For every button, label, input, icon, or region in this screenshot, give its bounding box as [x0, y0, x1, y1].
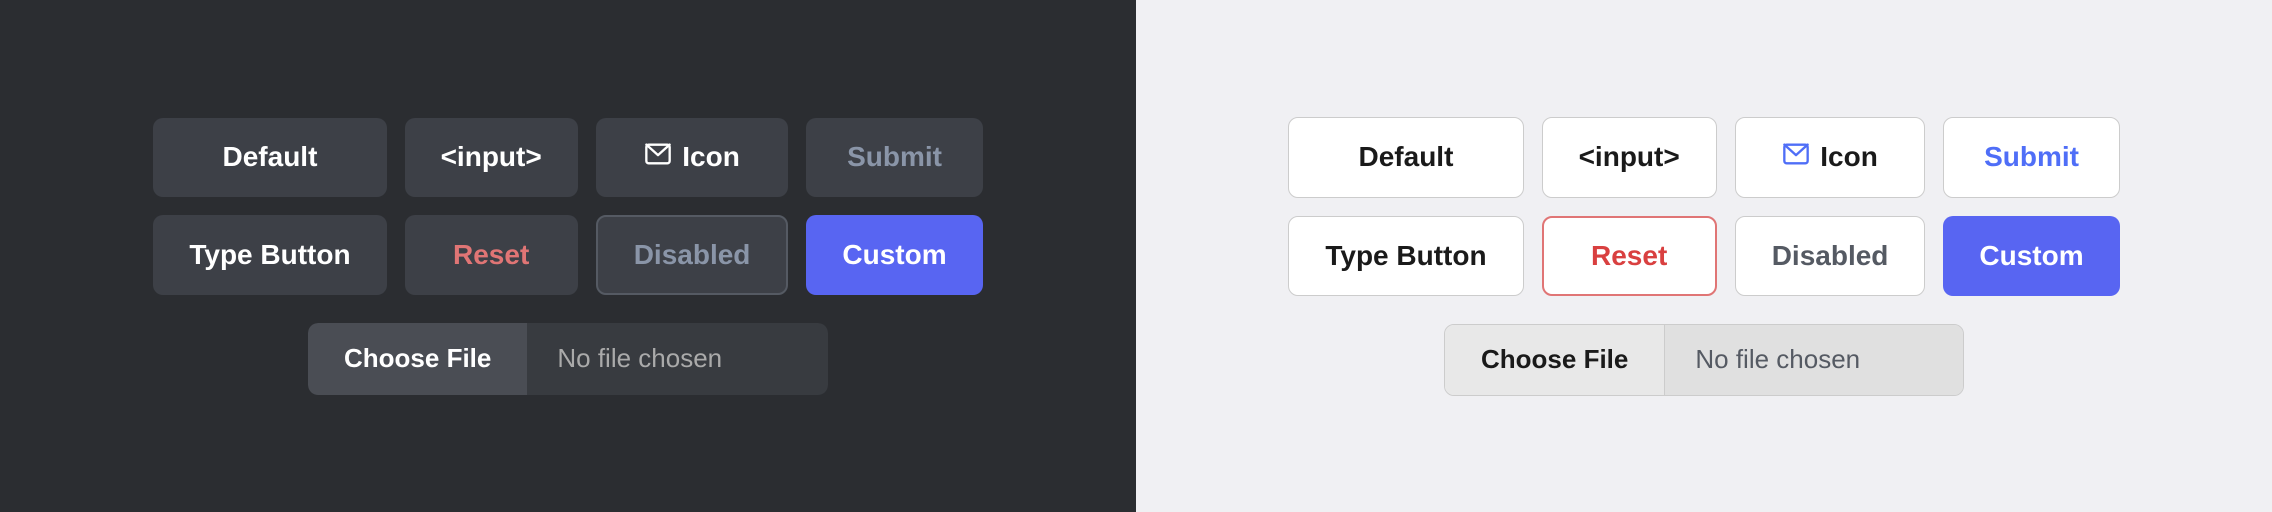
dark-reset-label: Reset: [453, 239, 529, 271]
dark-icon-button[interactable]: Icon: [596, 118, 789, 197]
dark-button-grid: Default <input> Icon Submit Type Button …: [153, 118, 982, 295]
dark-input-button[interactable]: <input>: [405, 118, 578, 197]
light-typebutton-label: Type Button: [1325, 240, 1486, 272]
light-input-label: <input>: [1579, 141, 1680, 173]
light-icon-button[interactable]: Icon: [1735, 117, 1926, 198]
light-reset-button[interactable]: Reset: [1542, 216, 1717, 296]
dark-reset-button[interactable]: Reset: [405, 215, 578, 295]
light-default-button[interactable]: Default: [1288, 117, 1523, 198]
dark-typebutton-button[interactable]: Type Button: [153, 215, 386, 295]
dark-file-input: Choose File No file chosen: [308, 323, 828, 395]
dark-no-file-label: No file chosen: [527, 323, 828, 395]
dark-disabled-button[interactable]: Disabled: [596, 215, 789, 295]
light-choose-file-label: Choose File: [1481, 344, 1628, 375]
dark-choose-file-button[interactable]: Choose File: [308, 323, 527, 395]
light-button-grid: Default <input> Icon Submit Type Button …: [1288, 117, 2119, 296]
light-icon-label: Icon: [1820, 141, 1878, 173]
light-custom-button[interactable]: Custom: [1943, 216, 2119, 296]
dark-custom-label: Custom: [842, 239, 946, 271]
light-default-label: Default: [1359, 141, 1454, 173]
dark-typebutton-label: Type Button: [189, 239, 350, 271]
light-no-file-label: No file chosen: [1665, 325, 1963, 395]
light-choose-file-button[interactable]: Choose File: [1445, 325, 1665, 395]
dark-submit-label: Submit: [847, 141, 942, 173]
dark-default-button[interactable]: Default: [153, 118, 386, 197]
light-file-input: Choose File No file chosen: [1444, 324, 1964, 396]
dark-choose-file-label: Choose File: [344, 343, 491, 374]
dark-panel: Default <input> Icon Submit Type Button …: [0, 0, 1136, 512]
light-submit-label: Submit: [1984, 141, 2079, 173]
light-panel: Default <input> Icon Submit Type Button …: [1136, 0, 2272, 512]
light-disabled-button[interactable]: Disabled: [1735, 216, 1926, 296]
dark-input-label: <input>: [441, 141, 542, 173]
light-reset-label: Reset: [1591, 240, 1667, 272]
dark-icon-label: Icon: [682, 141, 740, 173]
mail-icon: [644, 140, 672, 175]
light-custom-label: Custom: [1979, 240, 2083, 272]
light-submit-button[interactable]: Submit: [1943, 117, 2119, 198]
dark-submit-button[interactable]: Submit: [806, 118, 982, 197]
light-disabled-label: Disabled: [1772, 240, 1889, 272]
mail-icon-light: [1782, 140, 1810, 175]
dark-disabled-label: Disabled: [634, 239, 751, 271]
dark-default-label: Default: [223, 141, 318, 173]
light-typebutton-button[interactable]: Type Button: [1288, 216, 1523, 296]
dark-custom-button[interactable]: Custom: [806, 215, 982, 295]
light-input-button[interactable]: <input>: [1542, 117, 1717, 198]
